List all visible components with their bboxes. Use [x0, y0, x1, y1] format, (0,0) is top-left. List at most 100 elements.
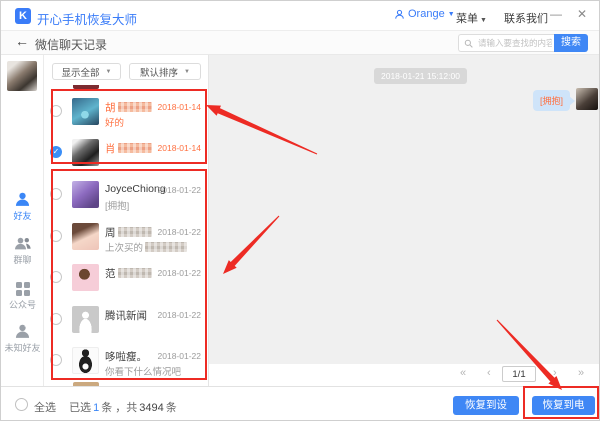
select-all-checkbox[interactable]: [15, 398, 28, 411]
page-indicator[interactable]: 1/1: [502, 366, 536, 382]
message-date: 2018-01-22: [158, 227, 201, 237]
contact-avatar: [72, 264, 99, 291]
message-date: 2018-01-22: [158, 185, 201, 195]
contact-avatar: [72, 181, 99, 208]
item-checkbox-unchecked[interactable]: [50, 105, 62, 117]
contact-avatar: [72, 223, 99, 250]
chat-sender-avatar: [576, 88, 598, 110]
item-checkbox-unchecked[interactable]: [50, 230, 62, 242]
censored-name-mosaic: [118, 227, 152, 237]
sidebar-item-groups[interactable]: 群聊: [1, 236, 44, 266]
contact-name: 周: [105, 225, 152, 240]
list-item[interactable]: 腾讯新闻2018-01-22: [44, 306, 208, 346]
contact-name: 范: [105, 266, 152, 281]
contact-name: 腾讯新闻: [105, 308, 147, 323]
restore-to-device-button[interactable]: 恢复到设备: [453, 396, 519, 415]
user-name: Orange: [408, 8, 445, 20]
pagination-bar: « ‹ 1/1 ▲ › »: [208, 364, 600, 386]
next-page-button[interactable]: ›: [553, 367, 557, 379]
unknown-friend-icon: ?: [14, 323, 31, 340]
sidebar-item-label: 未知好友: [1, 341, 44, 354]
back-button[interactable]: ←: [15, 33, 29, 49]
sidebar-item-unknown-friends[interactable]: ? 未知好友: [1, 323, 44, 354]
contact-list: 显示全部▼ 默认排序▼ 胡2018-01-14好的✓肖2018-01-14Joy…: [44, 55, 208, 386]
message-date: 2018-01-14: [158, 102, 201, 112]
sort-dropdown[interactable]: 默认排序▼: [129, 63, 201, 80]
censored-name-mosaic: [118, 268, 152, 278]
censored-name-mosaic: [118, 102, 152, 112]
search-field[interactable]: [458, 34, 554, 52]
chevron-down-icon: ▼: [480, 17, 487, 24]
item-checkbox-unchecked[interactable]: [50, 188, 62, 200]
censored-message-mosaic: [145, 242, 187, 252]
contact-name: 肖: [105, 141, 152, 156]
friend-icon: [14, 191, 31, 208]
selection-summary: 全选 已选1条 ，共3494条: [34, 399, 177, 415]
search-bar: 搜索: [458, 34, 588, 52]
page-header: ← 微信聊天记录 搜索: [1, 31, 599, 55]
message-date: 2018-01-22: [158, 351, 201, 361]
message-date: 2018-01-14: [158, 143, 201, 153]
item-checkbox-unchecked[interactable]: [50, 313, 62, 325]
contact-avatar: [72, 347, 99, 374]
chevron-down-icon: ▼: [448, 11, 455, 18]
item-checkbox-unchecked[interactable]: [50, 354, 62, 366]
contact-avatar: [72, 139, 99, 166]
last-message-preview: 你看下什么情况吧: [105, 364, 181, 378]
close-button[interactable]: ✕: [573, 7, 591, 21]
user-menu[interactable]: Orange ▼: [394, 8, 455, 20]
search-icon: [464, 39, 473, 48]
svg-text:?: ?: [24, 323, 28, 332]
chevron-down-icon: ▼: [106, 69, 112, 75]
total-count: 3494: [139, 402, 163, 414]
title-bar: K 开心手机恢复大师 Orange ▼ 菜单▼ 联系我们 — ✕: [1, 1, 599, 31]
sidebar-item-friends[interactable]: 好友: [1, 191, 44, 222]
contact-avatar: [72, 98, 99, 125]
item-checkbox-checked[interactable]: ✓: [50, 146, 62, 158]
show-all-dropdown[interactable]: 显示全部▼: [52, 63, 121, 80]
first-page-button[interactable]: «: [460, 367, 466, 379]
current-account-avatar[interactable]: [7, 61, 37, 91]
minimize-button[interactable]: —: [547, 7, 565, 21]
sidebar-item-official-accounts[interactable]: 公众号: [1, 281, 44, 311]
sidebar-item-label: 公众号: [1, 298, 44, 311]
contact-name: 哆啦瘦。: [105, 349, 147, 364]
search-input[interactable]: [476, 37, 554, 49]
user-icon: [394, 9, 405, 20]
group-chat-icon: [14, 236, 32, 252]
list-item[interactable]: 胡 2018-01-14 好的: [44, 98, 208, 138]
last-message-preview: 好的: [105, 115, 124, 129]
last-page-button[interactable]: »: [578, 367, 584, 379]
footer-bar: 全选 已选1条 ，共3494条 恢复到设备 恢复到电脑: [1, 386, 599, 421]
list-item[interactable]: 周 2018-01-22 上次买的: [44, 223, 208, 263]
sidebar: 好友 群聊 公众号 ? 未知好友: [1, 55, 44, 386]
official-account-icon: [15, 281, 31, 297]
filter-bar: 显示全部▼ 默认排序▼: [44, 55, 208, 85]
message-date: 2018-01-22: [158, 268, 201, 278]
last-message-preview: 上次买的: [105, 240, 187, 254]
search-button[interactable]: 搜索: [554, 34, 588, 52]
list-item[interactable]: 哆啦瘦。 2018-01-22 你看下什么情况吧: [44, 347, 208, 386]
item-checkbox-unchecked[interactable]: [50, 271, 62, 283]
prev-page-button[interactable]: ‹: [487, 367, 491, 379]
sidebar-item-label: 群聊: [1, 253, 44, 266]
selected-count: 1: [93, 402, 99, 414]
page-title: 微信聊天记录: [35, 36, 107, 53]
select-all-label: 全选: [34, 402, 56, 414]
contact-us-button[interactable]: 联系我们: [504, 10, 548, 26]
app-window: K 开心手机恢复大师 Orange ▼ 菜单▼ 联系我们 — ✕ ← 微信聊天记…: [0, 0, 600, 421]
last-message-preview: [拥抱]: [105, 198, 129, 212]
menu-button[interactable]: 菜单▼: [456, 10, 487, 26]
restore-to-computer-button[interactable]: 恢复到电脑: [532, 396, 595, 415]
contact-name: 胡: [105, 100, 152, 115]
chat-preview-panel: 2018-01-21 15:12:00 [拥抱]: [208, 55, 600, 364]
contact-avatar: [72, 306, 99, 333]
list-item[interactable]: 范 2018-01-22: [44, 264, 208, 304]
app-title: 开心手机恢复大师: [37, 9, 137, 28]
sidebar-item-label: 好友: [1, 209, 44, 222]
page-select-caret[interactable]: ▲: [542, 369, 549, 376]
chat-timestamp: 2018-01-21 15:12:00: [374, 68, 467, 84]
chevron-down-icon: ▼: [184, 69, 190, 75]
list-item[interactable]: JoyceChiong2018-01-22[拥抱]: [44, 181, 208, 221]
list-item[interactable]: ✓ 肖 2018-01-14: [44, 139, 208, 179]
